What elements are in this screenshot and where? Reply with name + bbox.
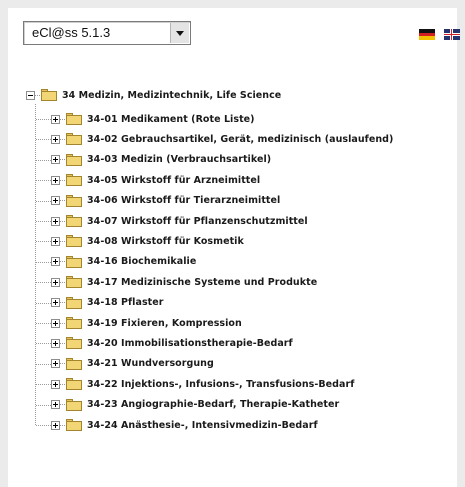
tree-connector-vertical	[35, 104, 36, 425]
tree-node-label[interactable]: 34-08 Wirkstoff für Kosmetik	[87, 236, 244, 247]
tree-node[interactable]: 34-17 Medizinische Systeme und Produkte	[51, 273, 317, 291]
category-tree: 34 Medizin, Medizintechnik, Life Science…	[0, 0, 465, 487]
tree-node-label[interactable]: 34-07 Wirkstoff für Pflanzenschutzmittel	[87, 216, 308, 227]
tree-connector	[36, 323, 51, 324]
tree-connector	[36, 404, 51, 406]
expand-icon[interactable]	[51, 277, 60, 287]
tree-connector	[36, 200, 51, 202]
folder-icon	[66, 153, 82, 166]
tree-node[interactable]: 34-02 Gebrauchsartikel, Gerät, medizinis…	[51, 130, 393, 148]
tree-connector	[36, 159, 51, 161]
folder-icon	[66, 133, 82, 146]
expand-icon[interactable]	[51, 134, 60, 144]
tree-connector	[36, 241, 51, 243]
expand-icon[interactable]	[51, 338, 60, 348]
tree-connector	[36, 363, 51, 365]
folder-icon	[66, 419, 82, 431]
expand-icon[interactable]	[51, 420, 60, 430]
expand-icon[interactable]	[51, 359, 60, 369]
tree-node-label[interactable]: 34-19 Fixieren, Kompression	[87, 318, 242, 329]
tree-node-label[interactable]: 34-02 Gebrauchsartikel, Gerät, medizinis…	[87, 134, 393, 145]
tree-node-label[interactable]: 34-23 Angiographie-Bedarf, Therapie-Kath…	[87, 399, 339, 410]
expand-icon[interactable]	[51, 379, 60, 389]
tree-connector	[36, 180, 51, 182]
tree-node[interactable]: 34-05 Wirkstoff für Arzneimittel	[51, 171, 260, 189]
folder-icon	[66, 357, 82, 370]
tree-node[interactable]: 34-01 Medikament (Rote Liste)	[51, 110, 255, 128]
tree-connector	[36, 139, 51, 141]
collapse-icon[interactable]	[26, 90, 35, 100]
expand-icon[interactable]	[51, 236, 60, 246]
tree-node[interactable]: 34-16 Biochemikalie	[51, 253, 196, 271]
folder-icon	[66, 296, 82, 309]
folder-icon	[66, 215, 82, 227]
tree-node[interactable]: 34-22 Injektions-, Infusions-, Transfusi…	[51, 375, 354, 393]
tree-root-node[interactable]: 34 Medizin, Medizintechnik, Life Science	[26, 86, 281, 104]
expand-icon[interactable]	[51, 400, 60, 410]
tree-connector	[36, 119, 51, 120]
tree-node[interactable]: 34-21 Wundversorgung	[51, 355, 214, 373]
expand-icon[interactable]	[51, 155, 60, 165]
tree-connector	[36, 425, 51, 426]
tree-connector	[36, 282, 51, 284]
folder-icon	[66, 235, 82, 248]
expand-icon[interactable]	[51, 257, 60, 267]
expand-icon[interactable]	[51, 216, 60, 226]
tree-connector	[36, 221, 51, 222]
folder-icon	[66, 174, 82, 187]
expand-icon[interactable]	[51, 298, 60, 308]
tree-node[interactable]: 34-06 Wirkstoff für Tierarzneimittel	[51, 192, 280, 210]
folder-icon	[66, 317, 82, 329]
folder-icon	[66, 276, 82, 289]
folder-icon	[66, 398, 82, 411]
tree-node-label[interactable]: 34-06 Wirkstoff für Tierarzneimittel	[87, 195, 280, 206]
tree-node[interactable]: 34-19 Fixieren, Kompression	[51, 314, 242, 332]
expand-icon[interactable]	[51, 196, 60, 206]
expand-icon[interactable]	[51, 318, 60, 328]
tree-node[interactable]: 34-08 Wirkstoff für Kosmetik	[51, 232, 244, 250]
tree-node-label[interactable]: 34-05 Wirkstoff für Arzneimittel	[87, 175, 260, 186]
tree-node[interactable]: 34-24 Anästhesie-, Intensivmedizin-Bedar…	[51, 416, 318, 434]
folder-icon	[66, 378, 82, 391]
tree-connector	[36, 343, 51, 345]
folder-icon	[66, 194, 82, 207]
tree-connector	[36, 302, 51, 304]
tree-connector	[36, 261, 51, 263]
tree-node-label[interactable]: 34-24 Anästhesie-, Intensivmedizin-Bedar…	[87, 420, 318, 431]
tree-node[interactable]: 34-03 Medizin (Verbrauchsartikel)	[51, 151, 271, 169]
tree-node[interactable]: 34-18 Pflaster	[51, 294, 163, 312]
tree-node[interactable]: 34-20 Immobilisationstherapie-Bedarf	[51, 334, 293, 352]
folder-icon	[66, 255, 82, 268]
tree-root-label[interactable]: 34 Medizin, Medizintechnik, Life Science	[62, 90, 281, 101]
tree-node-label[interactable]: 34-16 Biochemikalie	[87, 256, 196, 267]
tree-node-label[interactable]: 34-22 Injektions-, Infusions-, Transfusi…	[87, 379, 354, 390]
folder-icon	[66, 113, 82, 125]
tree-node-label[interactable]: 34-17 Medizinische Systeme und Produkte	[87, 277, 317, 288]
tree-node-label[interactable]: 34-18 Pflaster	[87, 297, 163, 308]
tree-node-label[interactable]: 34-20 Immobilisationstherapie-Bedarf	[87, 338, 293, 349]
expand-icon[interactable]	[51, 175, 60, 185]
tree-node-label[interactable]: 34-21 Wundversorgung	[87, 358, 214, 369]
folder-open-icon	[41, 89, 57, 101]
tree-node-label[interactable]: 34-01 Medikament (Rote Liste)	[87, 114, 255, 125]
folder-icon	[66, 337, 82, 350]
tree-node[interactable]: 34-07 Wirkstoff für Pflanzenschutzmittel	[51, 212, 308, 230]
tree-connector	[36, 384, 51, 386]
tree-node-label[interactable]: 34-03 Medizin (Verbrauchsartikel)	[87, 154, 271, 165]
expand-icon[interactable]	[51, 114, 60, 124]
tree-node[interactable]: 34-23 Angiographie-Bedarf, Therapie-Kath…	[51, 396, 339, 414]
